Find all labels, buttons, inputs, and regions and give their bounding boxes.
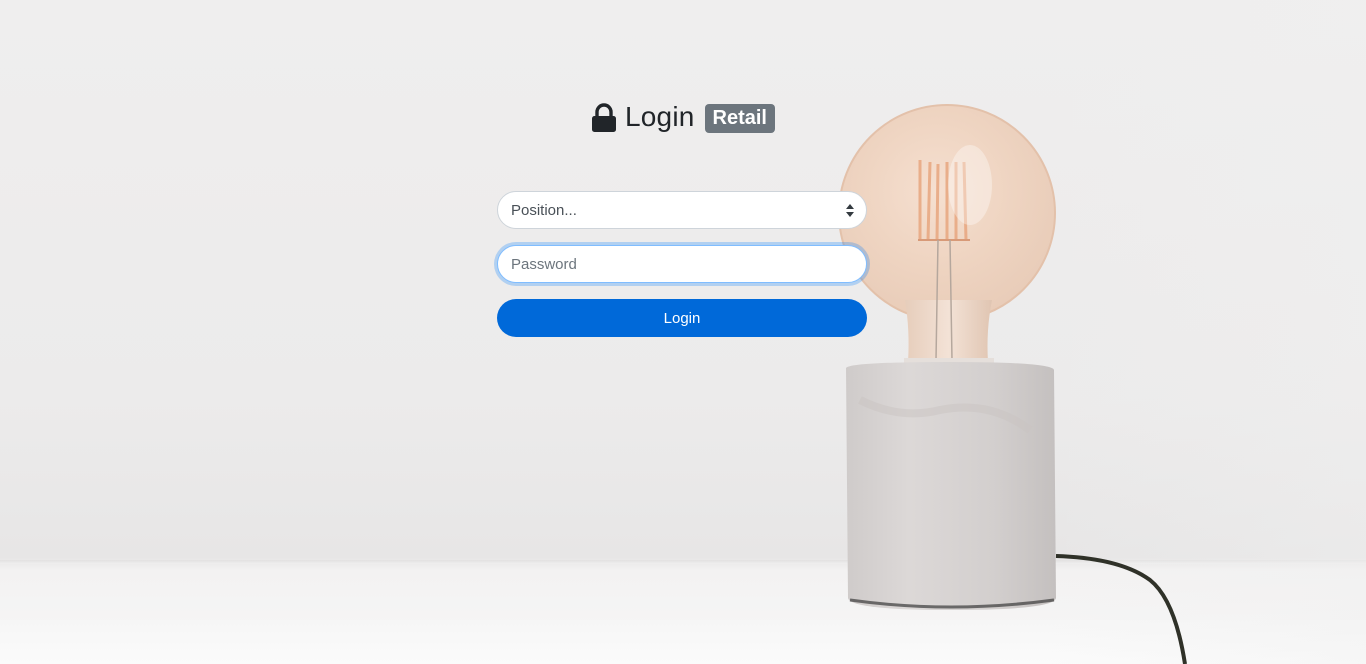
lamp-background-image: [838, 104, 1187, 664]
position-select-value: Position...: [511, 202, 577, 219]
select-arrows-icon: [846, 204, 854, 217]
login-header: Login Retail: [0, 100, 1366, 133]
lock-icon: [592, 102, 616, 132]
login-button[interactable]: Login: [497, 299, 867, 337]
login-page: Login Retail Position... Login: [0, 0, 1366, 664]
page-title: Login: [625, 100, 695, 132]
position-select[interactable]: Position...: [497, 191, 867, 229]
retail-badge: Retail: [704, 104, 775, 133]
password-input[interactable]: [497, 245, 867, 283]
login-form: Position... Login: [497, 191, 867, 337]
